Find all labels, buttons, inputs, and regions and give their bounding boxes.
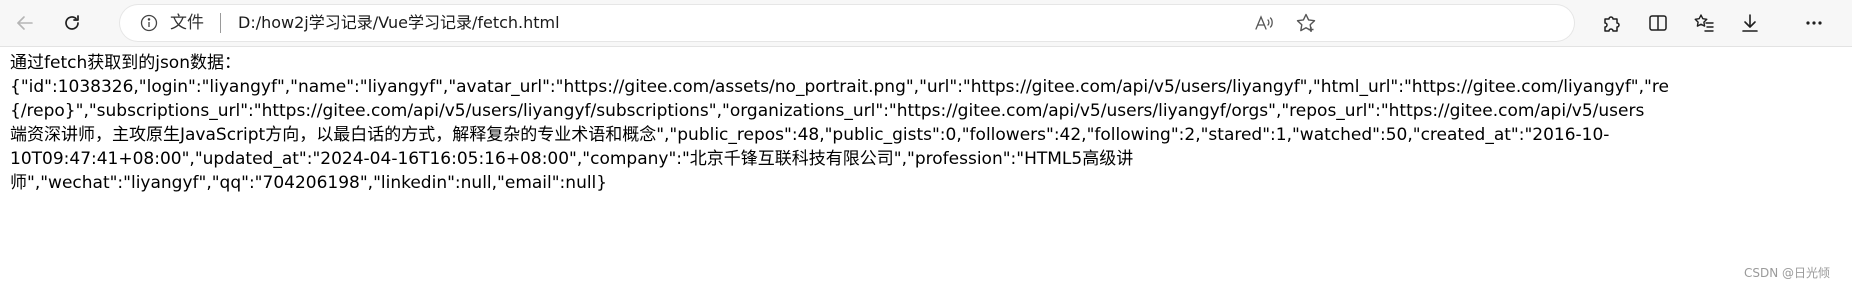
json-line: {/repo}","subscriptions_url":"https://gi… [10,101,1645,121]
json-line: {"id":1038326,"login":"liyangyf","name":… [10,77,1669,97]
downloads-button[interactable] [1733,6,1767,40]
address-bar[interactable]: 文件 D:/how2j学习记录/Vue学习记录/fetch.html [120,5,1574,41]
read-aloud-icon[interactable] [1252,11,1276,35]
favorites-icon [1693,12,1715,34]
address-file-label: 文件 [170,13,204,33]
downloads-icon [1739,12,1761,34]
back-arrow-icon [15,13,35,33]
favorites-button[interactable] [1687,6,1721,40]
json-line: 10T09:47:41+08:00","updated_at":"2024-04… [10,149,1134,169]
json-line: 师","wechat":"liyangyf","qq":"704206198",… [10,173,608,193]
reload-button[interactable] [55,6,89,40]
page-content: 通过fetch获取到的json数据： {"id":1038326,"login"… [0,47,1852,291]
address-separator [220,13,221,33]
reload-icon [62,13,82,33]
info-icon[interactable] [140,14,158,32]
address-url[interactable]: D:/how2j学习记录/Vue学习记录/fetch.html [238,12,560,34]
vertical-scrollbar[interactable] [1836,47,1852,291]
extensions-icon [1601,12,1623,34]
favorite-star-icon[interactable] [1294,11,1318,35]
split-screen-icon [1647,12,1669,34]
extensions-button[interactable] [1595,6,1629,40]
more-icon [1803,12,1825,34]
more-button[interactable] [1797,6,1831,40]
back-button[interactable] [8,6,42,40]
page-heading: 通过fetch获取到的json数据： [10,53,241,73]
split-screen-button[interactable] [1641,6,1675,40]
browser-window: 文件 D:/how2j学习记录/Vue学习记录/fetch.html 通过fet… [0,0,1852,291]
json-line: 端资深讲师，主攻原生JavaScript方向，以最白话的方式，解释复杂的专业术语… [10,125,1610,145]
csdn-watermark: CSDN @日光倾 [1743,266,1830,280]
json-output: 通过fetch获取到的json数据： {"id":1038326,"login"… [10,51,1852,195]
browser-toolbar: 文件 D:/how2j学习记录/Vue学习记录/fetch.html [0,0,1852,47]
